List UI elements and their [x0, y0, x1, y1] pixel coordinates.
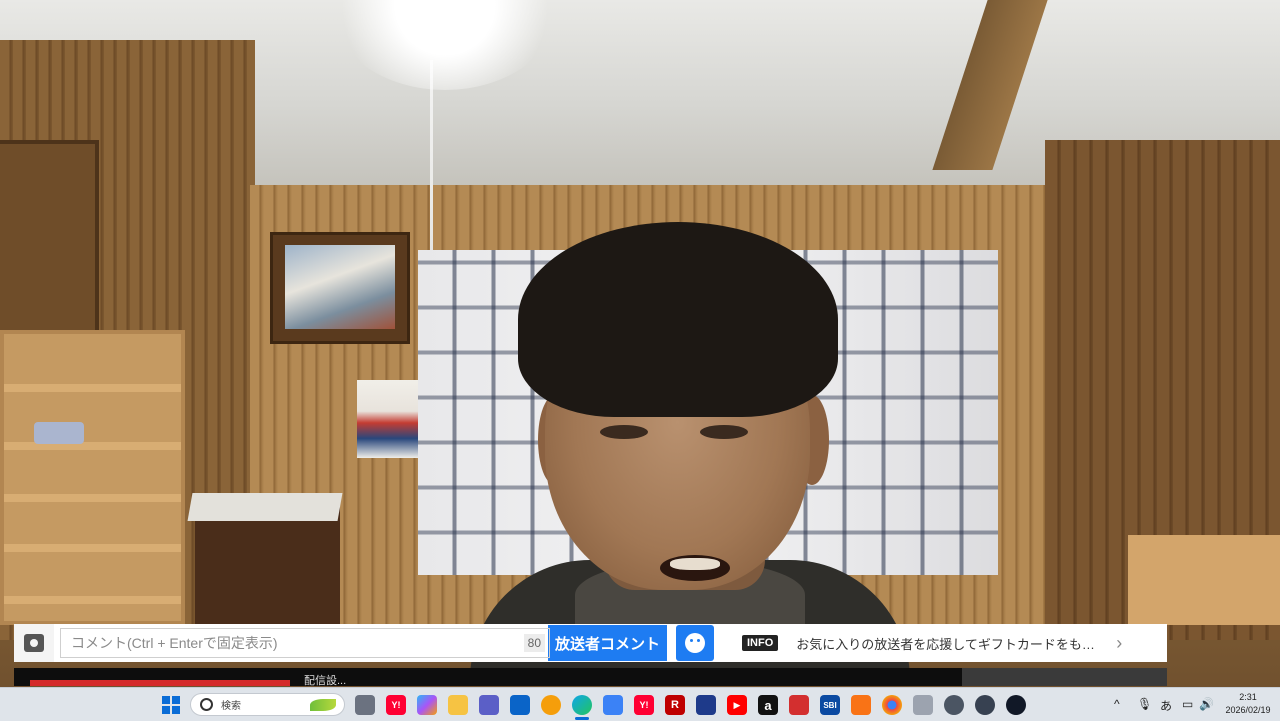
start-button[interactable] [162, 696, 180, 714]
comment-settings-button[interactable] [14, 624, 54, 662]
copilot-icon[interactable] [417, 695, 437, 715]
picture-frame [270, 232, 410, 344]
rakuten-icon[interactable]: R [665, 695, 685, 715]
store-icon[interactable] [603, 695, 623, 715]
file-explorer-icon[interactable] [448, 695, 468, 715]
person-hair [518, 222, 838, 417]
yahoo-icon[interactable]: Y! [386, 695, 406, 715]
search-highlight-icon [310, 698, 336, 711]
ime-indicator[interactable]: あ [1160, 697, 1172, 714]
comment-placeholder: コメント(Ctrl + Enterで固定表示) [71, 635, 278, 651]
comment-bar: コメント(Ctrl + Enterで固定表示) 80 放送者コメント INFO … [14, 624, 1167, 662]
person-eye-right [700, 425, 748, 439]
taskbar-search[interactable]: 検索 [190, 693, 345, 716]
network-icon[interactable]: ▭ [1182, 697, 1193, 711]
comment-gear-icon [24, 634, 44, 652]
microphone-icon[interactable]: 🎙 [1137, 697, 1152, 711]
taskbar-clock[interactable]: 2:31 2026/02/19 [1222, 691, 1274, 717]
player-side-panel [962, 668, 1167, 686]
clock-time: 2:31 [1239, 692, 1257, 702]
bookshelf [0, 330, 185, 625]
windows-taskbar: 検索 Y! Y! R ▶ a SBI ^ 🎙 あ ▭ 🔊 2:31 2026/0… [0, 687, 1280, 721]
volume-icon[interactable]: 🔊 [1199, 697, 1214, 711]
sbi-icon[interactable]: SBI [820, 695, 840, 715]
wall-poster [357, 380, 421, 458]
tray-chevron-icon[interactable]: ^ [1114, 697, 1120, 711]
webcam-video [0, 0, 1280, 720]
char-count: 80 [523, 634, 545, 652]
progress-bar[interactable] [30, 680, 290, 686]
broadcaster-comment-button[interactable]: 放送者コメント [548, 625, 667, 661]
door [0, 140, 99, 348]
person-eye-left [600, 425, 648, 439]
game-icon[interactable] [789, 695, 809, 715]
puzzle-icon[interactable] [913, 695, 933, 715]
chrome-icon[interactable] [882, 695, 902, 715]
comment-input[interactable]: コメント(Ctrl + Enterで固定表示) 80 [60, 628, 550, 658]
outlook-icon[interactable] [510, 695, 530, 715]
news-icon[interactable] [696, 695, 716, 715]
player-strip: 配信設... [14, 668, 1167, 686]
clock-app-icon[interactable] [944, 695, 964, 715]
yahoo-icon-2[interactable]: Y! [634, 695, 654, 715]
obs-icon[interactable] [975, 695, 995, 715]
search-label: 検索 [221, 701, 241, 712]
camera-app-icon[interactable] [1006, 695, 1026, 715]
amazon-icon[interactable]: a [758, 695, 778, 715]
chevron-right-icon[interactable]: › [1116, 633, 1122, 654]
edge-icon[interactable] [572, 695, 592, 715]
search-icon [200, 698, 213, 711]
youtube-icon[interactable]: ▶ [727, 695, 747, 715]
desk [1128, 535, 1280, 625]
task-view-icon[interactable] [355, 695, 375, 715]
teams-icon[interactable] [479, 695, 499, 715]
info-badge: INFO [742, 635, 779, 651]
photos-icon[interactable] [541, 695, 561, 715]
cabinet-papers [187, 493, 343, 521]
emoji-button[interactable] [676, 625, 714, 661]
person-teeth [670, 558, 720, 570]
player-title-fragment: 配信設... [304, 675, 347, 686]
clock-date: 2026/02/19 [1225, 705, 1271, 715]
smiley-icon [685, 633, 705, 653]
mail-icon[interactable] [851, 695, 871, 715]
info-ticker-text[interactable]: お気に入りの放送者を応援してギフトカードをも… [796, 634, 1096, 653]
